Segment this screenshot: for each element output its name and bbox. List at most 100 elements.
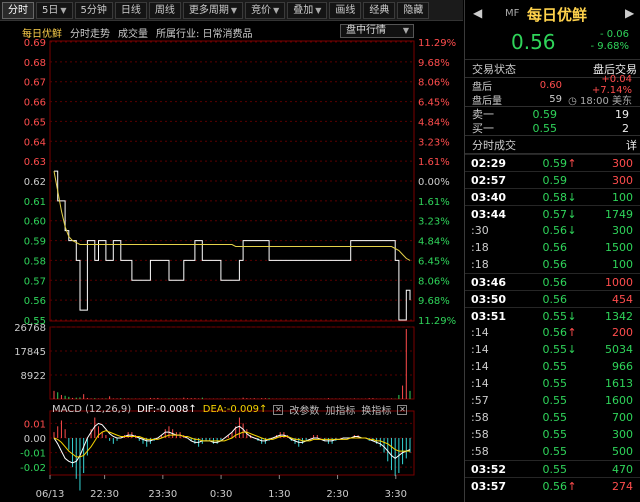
x-tick-label: 23:30 — [148, 489, 177, 500]
tick-volume: 966 — [612, 360, 633, 373]
market-session-select[interactable]: 盘中行情 ▼ — [340, 24, 414, 38]
tick-price: 0.55 — [542, 411, 568, 424]
tick-price: 0.55 — [542, 343, 568, 356]
price-tick-label: 0.64 — [24, 137, 46, 148]
tick-volume: 470 — [612, 462, 633, 476]
chart-area[interactable]: 0.69 11.29% 0.68 9.68% 0.67 8.06% 0.66 6.45% 0.6… — [0, 21, 463, 502]
x-tick-label: 1:30 — [268, 489, 290, 500]
chevron-down-icon: ▼ — [230, 5, 238, 15]
macd-name[interactable]: MACD (12,26,9) — [52, 404, 131, 415]
toolbar-button[interactable]: 经典 — [363, 1, 396, 19]
tick-row: 02:57 0.59 300 — [465, 171, 640, 188]
toolbar-button-label: 竞价 — [251, 4, 272, 16]
tick-price: 0.55 — [542, 377, 568, 390]
percent-tick-label: 9.68% — [418, 58, 450, 69]
prev-stock-icon[interactable]: ◀ — [473, 6, 482, 20]
ticks-title: 分时成交 — [472, 138, 516, 152]
ask-price: 0.59 — [532, 107, 558, 121]
toolbar-button[interactable]: 竞价 ▼ — [245, 1, 286, 19]
change-percent: - 9.68% — [590, 41, 629, 52]
tick-volume: 274 — [612, 479, 633, 493]
percent-tick-label: 3.23% — [418, 217, 450, 228]
tick-volume: 1000 — [605, 275, 633, 289]
tick-volume: 1500 — [605, 241, 633, 254]
percent-tick-label: 6.45% — [418, 256, 450, 267]
tick-row: :58 0.55 300 — [465, 426, 640, 443]
tick-time: :18 — [471, 258, 489, 271]
tick-time: :57 — [471, 394, 489, 407]
tick-price: 0.55 — [542, 428, 568, 441]
tick-price: 0.56 — [542, 258, 568, 271]
x-tick-label: 2:30 — [326, 489, 348, 500]
toolbar-button[interactable]: 5分钟 — [74, 1, 113, 19]
switch-indicator-button[interactable]: 换指标 — [361, 402, 391, 417]
add-indicator-button[interactable]: 加指标 — [325, 402, 355, 417]
volume-tick-label: 8922 — [21, 371, 46, 382]
tick-row: 03:52 0.55 470 — [465, 460, 640, 477]
toolbar-button[interactable]: 日线 — [114, 1, 147, 19]
tick-time: 02:57 — [471, 173, 507, 187]
arrow-up-icon: ↑ — [567, 479, 577, 493]
tick-price: 0.56 — [542, 241, 568, 254]
toolbar-button[interactable]: 5日 ▼ — [36, 1, 73, 19]
tick-price: 0.58 — [542, 190, 568, 204]
price-tick-label: 0.57 — [24, 276, 46, 287]
after-hours-price: 0.60 — [539, 79, 562, 91]
price-change: - 0.06 - 9.68% — [581, 29, 629, 53]
tick-row: 03:46 0.56 1000 — [465, 273, 640, 290]
toolbar-button-label: 经典 — [369, 4, 390, 16]
tick-time: 02:29 — [471, 156, 507, 170]
macd-tick-label: -0.02 — [20, 463, 46, 474]
tick-time: :14 — [471, 360, 489, 373]
close-panel-icon[interactable]: ✕ — [397, 404, 408, 415]
chevron-down-icon: ▼ — [60, 5, 67, 15]
toolbar-button[interactable]: 分时 — [2, 1, 34, 19]
trade-status-label: 交易状态 — [472, 62, 516, 76]
stock-code: MF — [505, 8, 520, 19]
toolbar-button-label: 画线 — [335, 4, 356, 16]
intraday-chart[interactable]: 0.69 11.29%0.68 9.68%0.67 8.06%0.66 6.45%0.6… — [0, 21, 463, 502]
price-tick-label: 0.61 — [24, 197, 46, 208]
x-tick-label: 06/13 — [36, 489, 65, 500]
toolbar-button[interactable]: 叠加 ▼ — [287, 1, 328, 19]
x-tick-label: 22:30 — [90, 489, 119, 500]
price-tick-label: 0.66 — [24, 98, 46, 109]
period-toolbar: 分时 5日 ▼ 5分钟 日线 周线 更多周期 ▼ 竞价 ▼ 叠加 ▼ 画线 经典 隐藏 — [0, 0, 463, 21]
tick-price: 0.56 — [542, 275, 568, 289]
quote-panel: ◀ ▶ MF 每日优鲜 0.56 - 0.06 - 9.68% 交易状态 盘后交… — [464, 0, 640, 502]
chevron-down-icon: ▼ — [402, 26, 409, 35]
tick-price: 0.55 — [542, 394, 568, 407]
tick-volume: 454 — [612, 292, 633, 306]
tick-row: :14 0.55 966 — [465, 358, 640, 375]
toolbar-button[interactable]: 画线 — [329, 1, 362, 19]
tick-row: 03:44 0.57 ↓ 1749 — [465, 205, 640, 222]
tick-time: 03:57 — [471, 479, 507, 493]
toolbar-button[interactable]: 更多周期 ▼ — [182, 1, 244, 19]
tick-time: :58 — [471, 445, 489, 458]
macd-dif-line — [53, 422, 411, 464]
close-icon[interactable]: ✕ — [273, 404, 284, 415]
arrow-down-icon: ↓ — [567, 207, 577, 221]
edit-params-button[interactable]: 改参数 — [289, 402, 319, 417]
toolbar-button[interactable]: 周线 — [148, 1, 181, 19]
next-stock-icon[interactable]: ▶ — [625, 6, 634, 20]
ticks-detail-button[interactable]: 详 — [626, 137, 637, 153]
ask-row: 卖一 0.59 19 — [465, 107, 640, 122]
stock-app: 分时 5日 ▼ 5分钟 日线 周线 更多周期 ▼ 竞价 ▼ 叠加 ▼ 画线 经典 隐藏 0.69 11.29%… — [0, 0, 640, 502]
clock-icon: ◷ — [568, 95, 580, 107]
percent-tick-label: 4.84% — [418, 117, 450, 128]
x-tick-label: 3:30 — [385, 489, 407, 500]
arrow-down-icon: ↓ — [567, 343, 577, 356]
percent-tick-label: 9.68% — [418, 296, 450, 307]
macd-panel-frame — [49, 410, 415, 476]
ticks-list[interactable]: 02:29 0.59 ↑ 300 02:57 0.59 300 03:40 0.58 ↓ 100 03… — [465, 154, 640, 494]
macd-tick-label: 0.01 — [24, 419, 46, 430]
average-price-line — [53, 171, 411, 261]
percent-tick-label: 0.00% — [418, 177, 450, 188]
toolbar-button[interactable]: 隐藏 — [397, 1, 430, 19]
ticks-header: 分时成交 详 — [465, 136, 640, 154]
volume-tick-label: 26768 — [14, 323, 46, 334]
tick-price: 0.56 — [542, 479, 568, 493]
price-tick-label: 0.67 — [24, 78, 46, 89]
percent-tick-label: 11.29% — [418, 38, 456, 49]
